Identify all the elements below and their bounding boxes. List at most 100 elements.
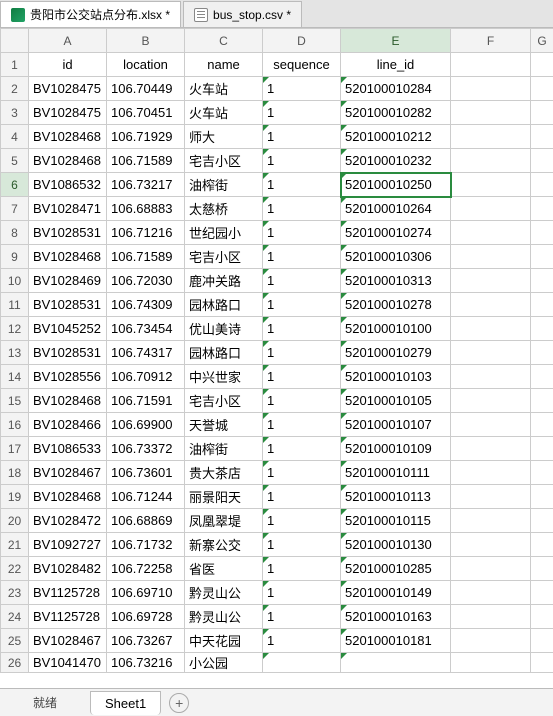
col-header-G[interactable]: G — [531, 29, 553, 53]
row-header[interactable]: 2 — [1, 77, 29, 101]
cell[interactable]: BV1028531 — [29, 221, 107, 245]
cell[interactable] — [531, 413, 553, 437]
cell[interactable]: BV1028467 — [29, 461, 107, 485]
cell[interactable] — [451, 533, 531, 557]
cell[interactable]: 106.73217 — [107, 173, 185, 197]
cell[interactable]: 106.72030 — [107, 269, 185, 293]
cell[interactable]: 106.74309 — [107, 293, 185, 317]
cell[interactable]: BV1028469 — [29, 269, 107, 293]
cell[interactable]: 油榨街 — [185, 437, 263, 461]
row-header[interactable]: 18 — [1, 461, 29, 485]
cell[interactable]: 520100010115 — [341, 509, 451, 533]
cell[interactable] — [531, 221, 553, 245]
cell[interactable] — [451, 149, 531, 173]
cell[interactable]: location — [107, 53, 185, 77]
cell[interactable]: 106.71929 — [107, 125, 185, 149]
cell[interactable]: 1 — [263, 365, 341, 389]
row-header[interactable]: 13 — [1, 341, 29, 365]
cell[interactable]: 世纪园小 — [185, 221, 263, 245]
cell[interactable]: 师大 — [185, 125, 263, 149]
cell[interactable]: 520100010313 — [341, 269, 451, 293]
cell[interactable]: !520100010250 — [341, 173, 451, 197]
cell[interactable]: 520100010100 — [341, 317, 451, 341]
cell[interactable]: 油榨街 — [185, 173, 263, 197]
cell[interactable] — [451, 413, 531, 437]
cell[interactable]: 520100010130 — [341, 533, 451, 557]
cell[interactable]: 天誉城 — [185, 413, 263, 437]
cell[interactable] — [531, 605, 553, 629]
cell[interactable] — [451, 269, 531, 293]
col-header-E[interactable]: E — [341, 29, 451, 53]
col-header-A[interactable]: A — [29, 29, 107, 53]
cell[interactable] — [341, 653, 451, 673]
cell[interactable] — [451, 173, 531, 197]
row-header[interactable]: 19 — [1, 485, 29, 509]
cell[interactable]: 520100010163 — [341, 605, 451, 629]
cell[interactable]: 省医 — [185, 557, 263, 581]
cell[interactable] — [451, 245, 531, 269]
cell[interactable]: 1 — [263, 173, 341, 197]
cell[interactable]: 106.73267 — [107, 629, 185, 653]
cell[interactable]: 106.73454 — [107, 317, 185, 341]
cell[interactable] — [531, 557, 553, 581]
cell[interactable] — [451, 365, 531, 389]
cell[interactable] — [451, 77, 531, 101]
row-header[interactable]: 21 — [1, 533, 29, 557]
cell[interactable]: 106.68883 — [107, 197, 185, 221]
col-header-F[interactable]: F — [451, 29, 531, 53]
cell[interactable]: 106.73216 — [107, 653, 185, 673]
cell[interactable]: name — [185, 53, 263, 77]
cell[interactable]: 1 — [263, 341, 341, 365]
row-header[interactable]: 22 — [1, 557, 29, 581]
cell[interactable]: 106.69900 — [107, 413, 185, 437]
cell[interactable]: 520100010284 — [341, 77, 451, 101]
cell[interactable]: 106.71591 — [107, 389, 185, 413]
cell[interactable]: 520100010181 — [341, 629, 451, 653]
cell[interactable]: BV1086532 — [29, 173, 107, 197]
cell[interactable]: 106.71732 — [107, 533, 185, 557]
cell[interactable] — [451, 437, 531, 461]
cell[interactable]: 106.70449 — [107, 77, 185, 101]
cell[interactable]: 宅吉小区 — [185, 245, 263, 269]
cell[interactable]: 小公园 — [185, 653, 263, 673]
cell[interactable] — [531, 581, 553, 605]
cell[interactable] — [263, 653, 341, 673]
row-header[interactable]: 8 — [1, 221, 29, 245]
row-header[interactable]: 3 — [1, 101, 29, 125]
cell[interactable]: 520100010149 — [341, 581, 451, 605]
cell[interactable] — [451, 485, 531, 509]
cell[interactable]: 1 — [263, 509, 341, 533]
col-header-D[interactable]: D — [263, 29, 341, 53]
cell[interactable]: 106.72258 — [107, 557, 185, 581]
col-header-C[interactable]: C — [185, 29, 263, 53]
cell[interactable] — [451, 389, 531, 413]
cell[interactable]: 106.70912 — [107, 365, 185, 389]
cell[interactable]: BV1086533 — [29, 437, 107, 461]
col-header-B[interactable]: B — [107, 29, 185, 53]
cell[interactable]: BV1028475 — [29, 101, 107, 125]
cell[interactable]: 1 — [263, 125, 341, 149]
row-header[interactable]: 9 — [1, 245, 29, 269]
cell[interactable]: BV1028472 — [29, 509, 107, 533]
row-header[interactable]: 26 — [1, 653, 29, 673]
cell[interactable]: BV1028467 — [29, 629, 107, 653]
row-header[interactable]: 24 — [1, 605, 29, 629]
cell[interactable] — [531, 389, 553, 413]
cell[interactable]: 1 — [263, 77, 341, 101]
cell[interactable]: 106.71589 — [107, 149, 185, 173]
cell[interactable]: 1 — [263, 461, 341, 485]
row-header[interactable]: 16 — [1, 413, 29, 437]
cell[interactable]: 1 — [263, 413, 341, 437]
row-header[interactable]: 14 — [1, 365, 29, 389]
row-header[interactable]: 10 — [1, 269, 29, 293]
cell[interactable] — [451, 53, 531, 77]
cell[interactable] — [451, 557, 531, 581]
cell[interactable]: 106.68869 — [107, 509, 185, 533]
cell[interactable] — [531, 269, 553, 293]
file-tab-csv[interactable]: bus_stop.csv * — [183, 1, 302, 27]
cell[interactable]: 黔灵山公 — [185, 605, 263, 629]
cell[interactable]: 凤凰翠堤 — [185, 509, 263, 533]
cell[interactable]: BV1028468 — [29, 245, 107, 269]
cell[interactable]: BV1028482 — [29, 557, 107, 581]
cell[interactable]: 520100010264 — [341, 197, 451, 221]
